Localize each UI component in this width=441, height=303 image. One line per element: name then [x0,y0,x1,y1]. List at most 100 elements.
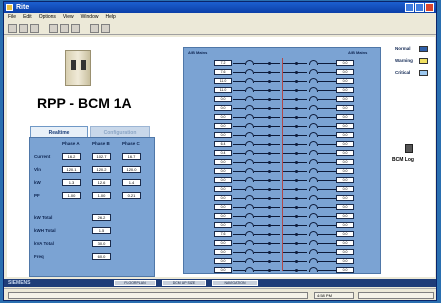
breaker-symbol[interactable] [309,186,318,191]
breaker-symbol[interactable] [245,150,254,155]
breaker-symbol[interactable] [309,141,318,146]
breaker-symbol[interactable] [245,105,254,110]
right-feed-value: 0.0 [336,105,354,111]
left-feed-value: 11.0 [214,78,232,84]
breaker-symbol[interactable] [309,267,318,272]
left-feed-value: 0.4 [214,150,232,156]
breaker-symbol[interactable] [245,123,254,128]
right-feed-value: 0.0 [336,231,354,237]
menu-help[interactable]: Help [105,13,115,22]
breaker-row: 0.0 0.0 [184,248,382,257]
wire [233,99,245,100]
right-feed-value: 0.0 [336,114,354,120]
breaker-symbol[interactable] [309,258,318,263]
wire [233,126,245,127]
breaker-symbol[interactable] [245,69,254,74]
breaker-symbol[interactable] [245,96,254,101]
breaker-symbol[interactable] [245,204,254,209]
app-window: Rite File Edit Options View Window Help … [3,1,437,301]
toolbar-button-2[interactable] [19,24,28,33]
toolbar-button-1[interactable] [8,24,17,33]
breaker-symbol[interactable] [245,240,254,245]
breaker-symbol[interactable] [309,159,318,164]
left-feed-value: 0.0 [214,249,232,255]
breaker-symbol[interactable] [245,168,254,173]
junction-dot [268,179,271,182]
navigation-button[interactable]: NAVIGATION [212,280,258,286]
breaker-symbol[interactable] [309,240,318,245]
bcm-log-icon[interactable] [405,144,413,153]
breaker-row: 0.0 0.0 [184,158,382,167]
left-feed-value: 7.6 [214,231,232,237]
breaker-symbol[interactable] [245,132,254,137]
breaker-symbol[interactable] [245,222,254,227]
breaker-symbol[interactable] [245,186,254,191]
breaker-symbol[interactable] [309,249,318,254]
wire [233,252,245,253]
breaker-symbol[interactable] [309,204,318,209]
breaker-row: 0.0 0.0 [184,266,382,275]
toolbar-button-8[interactable] [101,24,110,33]
breaker-symbol[interactable] [309,222,318,227]
breaker-symbol[interactable] [245,177,254,182]
breaker-symbol[interactable] [245,258,254,263]
breaker-symbol[interactable] [245,114,254,119]
breaker-symbol[interactable] [245,87,254,92]
breaker-symbol[interactable] [245,159,254,164]
breaker-symbol[interactable] [245,60,254,65]
breaker-symbol[interactable] [245,231,254,236]
left-feed-value: 7.6 [214,69,232,75]
wire [254,180,280,181]
legend-warning-swatch [419,58,428,64]
breaker-symbol[interactable] [245,78,254,83]
breaker-symbol[interactable] [309,105,318,110]
menu-edit[interactable]: Edit [23,13,32,22]
rpp-unit-image [65,50,91,86]
menu-file[interactable]: File [8,13,16,22]
bcm-log-label[interactable]: BCM Log [392,157,414,163]
breaker-symbol[interactable] [309,78,318,83]
menu-view[interactable]: View [63,13,74,22]
junction-dot [268,269,271,272]
wire [233,198,245,199]
breaker-symbol[interactable] [309,123,318,128]
dcm-up-size-button[interactable]: DCM UP SIZE [162,280,206,286]
breaker-symbol[interactable] [309,150,318,155]
toolbar-button-4[interactable] [49,24,58,33]
breaker-symbol[interactable] [309,195,318,200]
toolbar-button-3[interactable] [30,24,39,33]
breaker-symbol[interactable] [309,168,318,173]
breaker-symbol[interactable] [309,177,318,182]
toolbar-button-6[interactable] [71,24,80,33]
breaker-symbol[interactable] [245,141,254,146]
breaker-symbol[interactable] [245,195,254,200]
breaker-symbol[interactable] [309,213,318,218]
junction-dot [295,152,298,155]
wire [254,198,280,199]
close-button[interactable] [425,3,434,12]
wire [318,144,336,145]
breaker-symbol[interactable] [309,114,318,119]
breaker-symbol[interactable] [245,267,254,272]
minimize-button[interactable] [405,3,414,12]
toolbar-button-5[interactable] [60,24,69,33]
legend-critical-label: Critical [395,70,411,75]
toolbar-button-7[interactable] [90,24,99,33]
breaker-symbol[interactable] [309,96,318,101]
menu-window[interactable]: Window [81,13,99,22]
breaker-symbol[interactable] [245,249,254,254]
junction-dot [295,161,298,164]
right-feed-value: 0.0 [336,159,354,165]
breaker-symbol[interactable] [245,213,254,218]
breaker-symbol[interactable] [309,132,318,137]
menu-options[interactable]: Options [39,13,56,22]
wire [254,144,280,145]
breaker-symbol[interactable] [309,69,318,74]
breaker-symbol[interactable] [309,60,318,65]
maximize-button[interactable] [415,3,424,12]
junction-dot [268,143,271,146]
floorplan-button[interactable]: FLOORPLAN [114,280,156,286]
right-feed-value: 0.0 [336,123,354,129]
breaker-symbol[interactable] [309,87,318,92]
breaker-symbol[interactable] [309,231,318,236]
